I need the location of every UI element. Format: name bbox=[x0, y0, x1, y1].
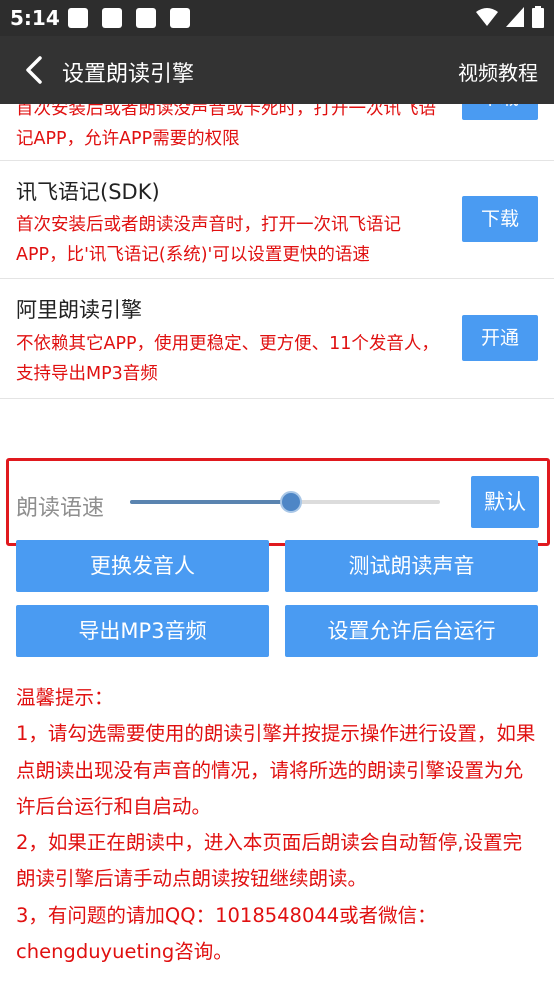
notification-icon bbox=[170, 8, 190, 28]
notification-icon bbox=[102, 8, 122, 28]
engine-desc: 不依赖其它APP，使用更稳定、更方便、11个发音人，支持导出MP3音频 bbox=[16, 334, 439, 384]
notification-icon bbox=[68, 8, 88, 28]
engine-desc: 首次安装后或者朗读没声音或卡死时，打开一次讯飞语记APP，允许APP需要的权限 bbox=[16, 104, 436, 149]
default-speed-button[interactable]: 默认 bbox=[471, 476, 539, 528]
tips-title: 温馨提示： bbox=[16, 686, 114, 709]
status-time: 5:14 bbox=[10, 6, 60, 30]
speed-slider[interactable] bbox=[130, 491, 440, 513]
status-bar: 5:14 bbox=[0, 0, 554, 36]
engine-item-xunfei-sdk: 讯飞语记(SDK) 首次安装后或者朗读没声音时，打开一次讯飞语记APP，比'讯飞… bbox=[0, 160, 554, 279]
speed-slider-fill bbox=[130, 500, 292, 504]
speed-label: 朗读语速 bbox=[16, 496, 105, 521]
engine-desc: 首次安装后或者朗读没声音时，打开一次讯飞语记APP，比'讯飞语记(系统)'可以设… bbox=[16, 215, 401, 265]
change-voice-button[interactable]: 更换发音人 bbox=[16, 540, 269, 592]
tip-item: 2，如果正在朗读中，进入本页面后朗读会自动暂停,设置完朗读引擎后请手动点朗读按钮… bbox=[16, 831, 523, 891]
app-bar: 设置朗读引擎 视频教程 bbox=[0, 36, 554, 104]
font-notification-icon bbox=[136, 8, 156, 28]
signal-icon bbox=[506, 7, 524, 27]
back-arrow-icon[interactable] bbox=[18, 52, 54, 88]
engine-item-ali: 阿里朗读引擎 不依赖其它APP，使用更稳定、更方便、11个发音人，支持导出MP3… bbox=[0, 279, 554, 399]
engine-settings-content: 首次安装后或者朗读没声音或卡死时，打开一次讯飞语记APP，允许APP需要的权限 … bbox=[0, 104, 554, 984]
wifi-icon bbox=[476, 8, 498, 26]
export-mp3-button[interactable]: 导出MP3音频 bbox=[16, 605, 269, 657]
video-tutorial-link[interactable]: 视频教程 bbox=[458, 57, 538, 86]
tip-item: 3，有问题的请加QQ：1018548044或者微信：chengduyueting… bbox=[16, 903, 437, 964]
allow-background-button[interactable]: 设置允许后台运行 bbox=[285, 605, 538, 657]
page-title: 设置朗读引擎 bbox=[62, 62, 195, 87]
tip-item: 1，请勾选需要使用的朗读引擎并按提示操作进行设置，如果点朗读出现没有声音的情况，… bbox=[16, 722, 536, 818]
download-button[interactable]: 下载 bbox=[462, 196, 538, 242]
download-button[interactable]: 下载 bbox=[462, 104, 538, 120]
engine-name: 阿里朗读引擎 bbox=[16, 298, 142, 322]
battery-icon bbox=[532, 6, 544, 28]
tips-section: 温馨提示： 1，请勾选需要使用的朗读引擎并按提示操作进行设置，如果点朗读出现没有… bbox=[16, 680, 540, 970]
engine-item-xunfei-system: 首次安装后或者朗读没声音或卡死时，打开一次讯飞语记APP，允许APP需要的权限 … bbox=[0, 104, 554, 161]
test-voice-button[interactable]: 测试朗读声音 bbox=[285, 540, 538, 592]
activate-button[interactable]: 开通 bbox=[462, 315, 538, 361]
engine-name: 讯飞语记(SDK) bbox=[16, 180, 160, 204]
